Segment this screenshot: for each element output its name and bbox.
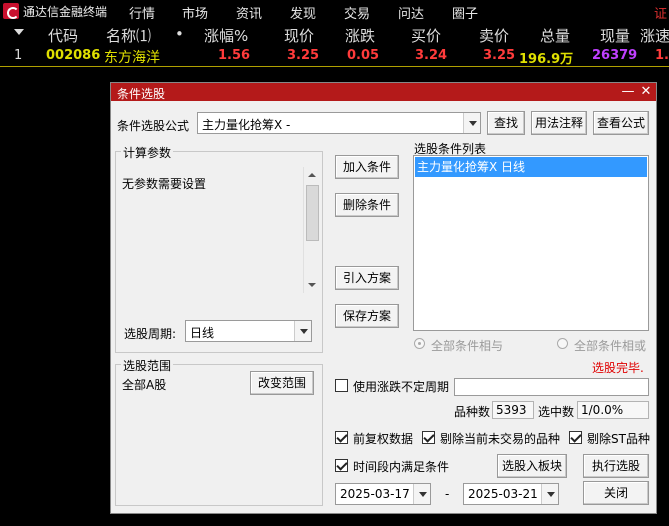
- condition-list[interactable]: 主力量化抢筹X 日线: [413, 155, 649, 331]
- radio-and[interactable]: [414, 338, 425, 349]
- row-speed: 1.: [655, 48, 669, 63]
- row-bid: 3.24: [415, 48, 448, 63]
- row-last-vol: 26379: [592, 48, 638, 63]
- unfixed-period-input[interactable]: [454, 378, 649, 396]
- period-select[interactable]: 日线: [185, 320, 312, 342]
- col-speed[interactable]: 涨速: [640, 25, 669, 46]
- params-scrollbar[interactable]: [303, 167, 320, 293]
- close-button[interactable]: 关闭: [583, 481, 649, 505]
- exclude-st-checkbox[interactable]: [569, 431, 582, 444]
- menu-item-ask[interactable]: 问达: [398, 3, 424, 22]
- scroll-down-icon[interactable]: [304, 277, 320, 293]
- col-code[interactable]: 代码: [48, 25, 78, 46]
- formula-value: 主力量化抢筹X -: [202, 118, 291, 132]
- params-group-title: 计算参数: [121, 144, 174, 161]
- period-value: 日线: [190, 326, 215, 340]
- chevron-down-icon[interactable]: [294, 321, 311, 341]
- dialog-titlebar[interactable]: 条件选股 — ✕: [111, 83, 656, 101]
- minimize-icon[interactable]: —: [620, 83, 636, 101]
- selected-label: 选中数: [538, 405, 575, 419]
- radio-or-label[interactable]: 全部条件相或: [574, 337, 646, 354]
- sort-down-icon[interactable]: [14, 29, 24, 35]
- menu-item-news[interactable]: 资讯: [236, 3, 262, 22]
- params-text: 无参数需要设置: [122, 177, 207, 191]
- selected-value: 1/0.0%: [577, 401, 649, 419]
- chevron-down-icon[interactable]: [541, 484, 558, 504]
- time-range-label[interactable]: 时间段内满足条件: [353, 458, 449, 475]
- row-code: 002086: [46, 48, 101, 63]
- status-text: 选股完毕.: [592, 361, 644, 375]
- view-formula-button[interactable]: 查看公式: [593, 111, 649, 135]
- exclude-untraded-checkbox[interactable]: [422, 431, 435, 444]
- count-value: 5393: [492, 401, 534, 419]
- row-volume: 196.9万: [519, 52, 574, 67]
- menu-item-trade[interactable]: 交易: [344, 3, 370, 22]
- radio-and-label[interactable]: 全部条件相与: [431, 337, 503, 354]
- row-change-pct: 1.56: [218, 48, 251, 63]
- menu-item-circle[interactable]: 圈子: [452, 3, 478, 22]
- col-ask[interactable]: 卖价: [479, 25, 509, 46]
- dialog-title: 条件选股: [117, 87, 166, 101]
- col-volume[interactable]: 总量: [540, 25, 570, 46]
- col-price[interactable]: 现价: [284, 25, 314, 46]
- forward-adjust-label[interactable]: 前复权数据: [353, 430, 413, 447]
- menu-bar: 通达信金融终端 行情 市场 资讯 发现 交易 问达 圈子 证: [0, 0, 669, 22]
- col-last-vol[interactable]: 现量: [600, 25, 630, 46]
- execute-filter-button[interactable]: 执行选股: [583, 454, 649, 478]
- delete-condition-button[interactable]: 删除条件: [335, 193, 399, 217]
- col-dot: •: [175, 25, 184, 43]
- find-button[interactable]: 查找: [487, 111, 525, 135]
- menu-item-discover[interactable]: 发现: [290, 3, 316, 22]
- chevron-down-icon[interactable]: [413, 484, 430, 504]
- scroll-thumb[interactable]: [306, 185, 319, 241]
- menu-right-text[interactable]: 证: [654, 3, 667, 22]
- import-plan-button[interactable]: 引入方案: [335, 266, 399, 290]
- close-icon[interactable]: ✕: [638, 83, 654, 101]
- scroll-up-icon[interactable]: [304, 167, 320, 183]
- row-name: 东方海洋: [104, 50, 160, 66]
- exclude-untraded-label[interactable]: 剔除当前未交易的品种: [440, 430, 560, 447]
- row-change: 0.05: [347, 48, 380, 63]
- formula-label: 条件选股公式: [117, 119, 190, 133]
- col-change-pct[interactable]: 涨幅%: [204, 25, 248, 46]
- time-range-checkbox[interactable]: [335, 459, 348, 472]
- end-date-picker[interactable]: 2025-03-21: [463, 483, 559, 505]
- app-name: 通达信金融终端: [23, 5, 108, 19]
- period-label: 选股周期:: [124, 327, 177, 341]
- app-logo-icon: [3, 3, 19, 19]
- col-change[interactable]: 涨跌: [345, 25, 375, 46]
- row-ask: 3.25: [483, 48, 516, 63]
- col-bid[interactable]: 买价: [411, 25, 441, 46]
- start-date-picker[interactable]: 2025-03-17: [335, 483, 431, 505]
- save-plan-button[interactable]: 保存方案: [335, 304, 399, 328]
- count-label: 品种数: [454, 405, 491, 419]
- quote-table-header: 代码 名称⑴ • 涨幅% 现价 涨跌 买价 卖价 总量 现量 涨速: [0, 23, 669, 45]
- end-date-value: 2025-03-21: [468, 487, 538, 501]
- radio-or[interactable]: [557, 338, 568, 349]
- table-row[interactable]: 1 002086 东方海洋 1.56 3.25 0.05 3.24 3.25 1…: [0, 45, 669, 67]
- menu-item-market[interactable]: 行情: [129, 3, 155, 22]
- add-condition-button[interactable]: 加入条件: [335, 155, 399, 179]
- unfixed-period-label[interactable]: 使用涨跌不定周期: [353, 378, 449, 395]
- change-range-button[interactable]: 改变范围: [250, 371, 314, 395]
- range-value: 全部A股: [122, 378, 167, 392]
- list-item[interactable]: 主力量化抢筹X 日线: [415, 157, 647, 177]
- start-date-value: 2025-03-17: [340, 487, 410, 501]
- formula-select[interactable]: 主力量化抢筹X -: [197, 112, 481, 134]
- col-name[interactable]: 名称⑴: [106, 25, 151, 46]
- exclude-st-label[interactable]: 剔除ST品种: [587, 430, 650, 447]
- date-separator: -: [445, 487, 450, 501]
- unfixed-period-checkbox[interactable]: [335, 379, 348, 392]
- usage-notes-button[interactable]: 用法注释: [531, 111, 587, 135]
- chevron-down-icon[interactable]: [463, 113, 480, 133]
- row-index: 1: [14, 48, 23, 63]
- row-price: 3.25: [287, 48, 320, 63]
- menu-item-market-list[interactable]: 市场: [182, 3, 208, 22]
- forward-adjust-checkbox[interactable]: [335, 431, 348, 444]
- stock-filter-dialog: 条件选股 — ✕ 条件选股公式 主力量化抢筹X - 查找 用法注释 查看公式 计…: [110, 82, 657, 514]
- range-group-title: 选股范围: [121, 357, 174, 374]
- add-to-board-button[interactable]: 选股入板块: [497, 454, 567, 478]
